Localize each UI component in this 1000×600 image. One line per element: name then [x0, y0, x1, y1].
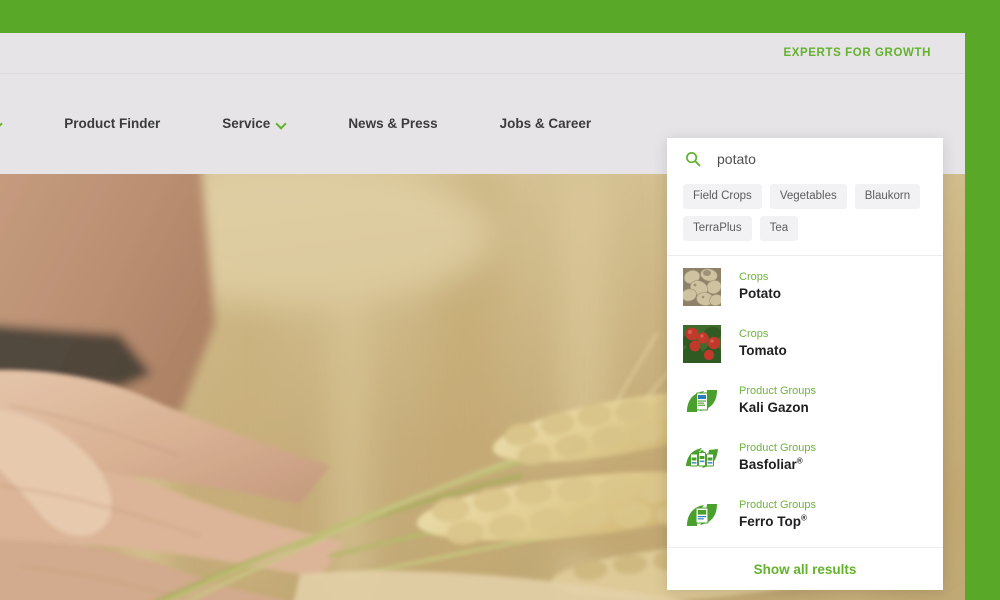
nav-item-label: Service	[222, 116, 271, 131]
potato-thumbnail	[683, 267, 721, 306]
search-result-text: Crops Potato	[739, 270, 781, 302]
utility-bar: EXPERTS FOR GROWTH	[0, 33, 965, 74]
search-result-text: Crops Tomato	[739, 327, 787, 359]
result-category: Product Groups	[739, 499, 817, 512]
nav-item-label: News & Press	[348, 116, 438, 131]
search-result-text: Product Groups Basfoliar®	[739, 441, 816, 473]
search-results-list: Crops Potato Crops Tomato Product Groups…	[667, 255, 943, 547]
nav-item-service[interactable]: Service	[222, 116, 286, 131]
nav-item-product-finder[interactable]: Product Finder	[64, 116, 160, 131]
search-result-item[interactable]: Crops Potato	[667, 258, 943, 315]
search-result-item[interactable]: Product Groups Kali Gazon	[667, 372, 943, 429]
page-frame: EXPERTS FOR GROWTH oups Product Finder S…	[0, 33, 965, 600]
nav-item-jobs-career[interactable]: Jobs & Career	[500, 116, 592, 131]
nav-list: oups Product Finder Service News & Press…	[0, 116, 653, 131]
nav-item-label: Product Finder	[64, 116, 161, 131]
show-all-results-row[interactable]: Show all results	[667, 547, 943, 590]
nav-item-news-press[interactable]: News & Press	[348, 116, 437, 131]
search-suggestions-panel: potato Field Crops Vegetables Blaukorn T…	[667, 138, 943, 590]
product-bottles-icon	[683, 438, 721, 477]
search-result-item[interactable]: Crops Tomato	[667, 315, 943, 372]
search-result-text: Product Groups Kali Gazon	[739, 384, 816, 416]
filter-chip-terraplus[interactable]: TerraPlus	[683, 216, 752, 241]
result-category: Product Groups	[739, 442, 817, 455]
result-title: Basfoliar®	[739, 456, 803, 473]
brand-claim: EXPERTS FOR GROWTH	[783, 47, 931, 59]
result-category: Crops	[739, 271, 769, 284]
filter-chip-vegetables[interactable]: Vegetables	[769, 184, 847, 209]
chevron-down-icon	[277, 119, 286, 128]
filter-chip-tea[interactable]: Tea	[759, 216, 799, 241]
search-icon	[686, 152, 701, 167]
search-input-row[interactable]: potato	[667, 138, 943, 180]
result-title: Ferro Top®	[739, 513, 807, 530]
registered-mark: ®	[801, 513, 807, 523]
result-title: Potato	[739, 286, 781, 302]
nav-item-product-groups[interactable]: oups	[0, 116, 2, 131]
product-leaf-box-icon	[683, 495, 721, 534]
search-result-item[interactable]: Product Groups Basfoliar®	[667, 429, 943, 486]
filter-chip-field-crops[interactable]: Field Crops	[683, 184, 762, 209]
result-title: Kali Gazon	[739, 400, 809, 416]
result-title: Tomato	[739, 343, 787, 359]
tomato-thumbnail	[683, 324, 721, 363]
nav-item-label: Jobs & Career	[499, 116, 592, 131]
product-leaf-bag-icon	[683, 381, 721, 420]
search-input[interactable]: potato	[717, 151, 756, 167]
show-all-results-link[interactable]: Show all results	[754, 562, 857, 577]
registered-mark: ®	[796, 456, 803, 466]
result-category: Product Groups	[739, 385, 817, 398]
search-filter-chips: Field Crops Vegetables Blaukorn TerraPlu…	[667, 180, 943, 255]
chevron-down-icon	[0, 119, 2, 128]
search-result-item[interactable]: Product Groups Ferro Top®	[667, 486, 943, 543]
filter-chip-blaukorn[interactable]: Blaukorn	[854, 184, 921, 209]
search-result-text: Product Groups Ferro Top®	[739, 498, 816, 530]
result-category: Crops	[739, 328, 769, 341]
